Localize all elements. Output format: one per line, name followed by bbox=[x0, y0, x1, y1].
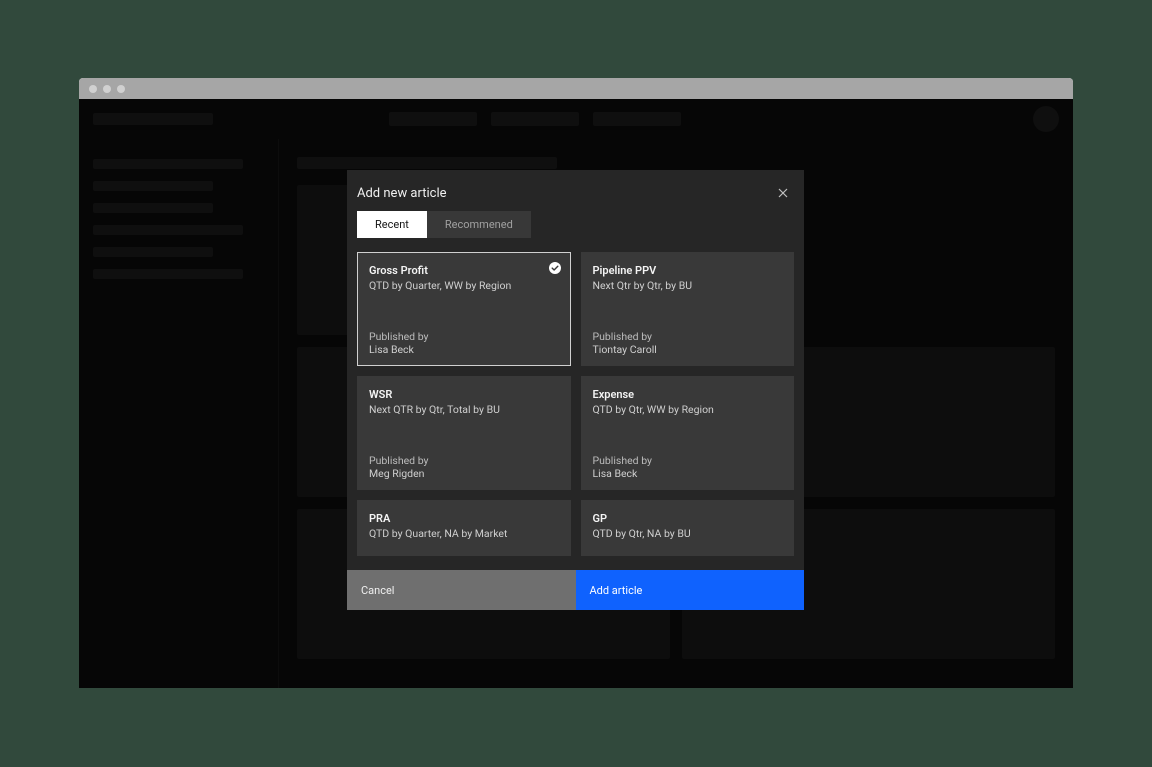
article-card-subtitle: QTD by Qtr, WW by Region bbox=[593, 403, 783, 416]
article-card-subtitle: QTD by Quarter, NA by Market bbox=[369, 527, 559, 540]
article-card-title: Gross Profit bbox=[369, 264, 559, 277]
modal-tabs: Recent Recommened bbox=[347, 211, 804, 252]
publisher-name: Lisa Beck bbox=[369, 343, 559, 356]
article-card-subtitle: QTD by Qtr, NA by BU bbox=[593, 527, 783, 540]
article-card-title: WSR bbox=[369, 388, 559, 401]
publisher-name: Meg Rigden bbox=[369, 467, 559, 480]
article-card[interactable]: Pipeline PPV Next Qtr by Qtr, by BU Publis… bbox=[581, 252, 795, 366]
article-card-title: PRA bbox=[369, 512, 559, 525]
article-card[interactable]: GP QTD by Qtr, NA by BU bbox=[581, 500, 795, 556]
tab-recommended[interactable]: Recommened bbox=[427, 211, 531, 238]
article-cards-grid: Gross Profit QTD by Quarter, WW by Region… bbox=[347, 252, 804, 570]
publisher-name: Tiontay Caroll bbox=[593, 343, 783, 356]
article-card[interactable]: WSR Next QTR by Qtr, Total by BU Published… bbox=[357, 376, 571, 490]
published-by-label: Published by bbox=[593, 454, 783, 467]
window-titlebar bbox=[79, 78, 1073, 99]
article-card-title: Expense bbox=[593, 388, 783, 401]
published-by-label: Published by bbox=[369, 330, 559, 343]
article-card-subtitle: QTD by Quarter, WW by Region bbox=[369, 279, 559, 292]
window-dot bbox=[103, 85, 111, 93]
article-card[interactable]: PRA QTD by Quarter, NA by Market bbox=[357, 500, 571, 556]
add-article-modal: Add new article Recent Recommened Gross … bbox=[347, 170, 804, 610]
close-button[interactable] bbox=[776, 186, 790, 200]
modal-title: Add new article bbox=[357, 186, 447, 201]
cancel-button[interactable]: Cancel bbox=[347, 570, 576, 610]
published-by-label: Published by bbox=[369, 454, 559, 467]
window-dot bbox=[117, 85, 125, 93]
close-icon bbox=[778, 188, 788, 198]
article-card-title: GP bbox=[593, 512, 783, 525]
modal-footer: Cancel Add article bbox=[347, 570, 804, 610]
article-card-title: Pipeline PPV bbox=[593, 264, 783, 277]
article-card[interactable]: Expense QTD by Qtr, WW by Region Published… bbox=[581, 376, 795, 490]
add-article-button[interactable]: Add article bbox=[576, 570, 805, 610]
check-circle-icon bbox=[549, 262, 561, 274]
publisher-name: Lisa Beck bbox=[593, 467, 783, 480]
article-card-subtitle: Next QTR by Qtr, Total by BU bbox=[369, 403, 559, 416]
published-by-label: Published by bbox=[593, 330, 783, 343]
article-card-subtitle: Next Qtr by Qtr, by BU bbox=[593, 279, 783, 292]
window-dot bbox=[89, 85, 97, 93]
tab-recent[interactable]: Recent bbox=[357, 211, 427, 238]
article-card[interactable]: Gross Profit QTD by Quarter, WW by Region… bbox=[357, 252, 571, 366]
